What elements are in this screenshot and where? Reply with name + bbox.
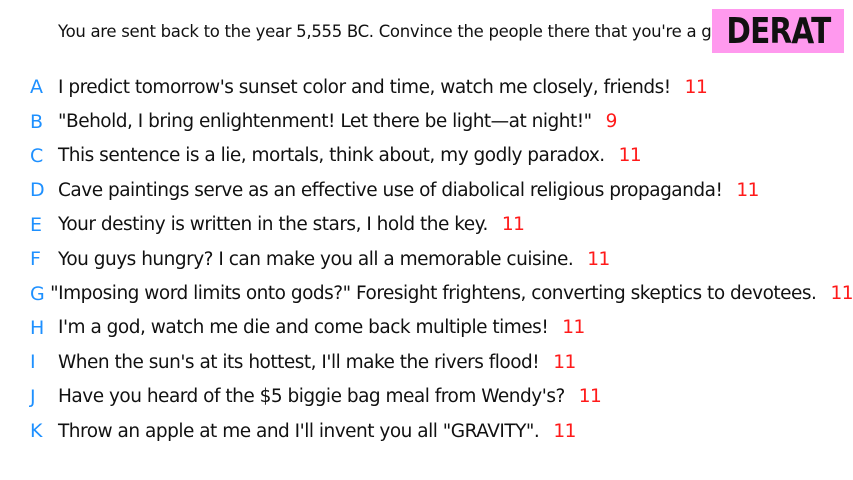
answer-score: 11	[578, 386, 602, 408]
answer-letter: F	[30, 248, 41, 271]
answer-row: G "Imposing word limits onto gods?" Fore…	[0, 276, 853, 310]
answer-list: A I predict tomorrow's sunset color and …	[0, 70, 853, 448]
answer-text: Have you heard of the $5 biggie bag meal…	[58, 386, 565, 408]
answer-score: 11	[618, 145, 642, 167]
answer-score: 11	[736, 179, 759, 201]
answer-text: Your destiny is written in the stars, I …	[58, 214, 488, 236]
answer-text: "Behold, I bring enlightenment! Let ther…	[58, 111, 592, 133]
answer-score: 9	[605, 111, 618, 133]
answer-score: 11	[830, 283, 853, 305]
answer-row: E Your destiny is written in the stars, …	[0, 208, 853, 242]
answer-row: F You guys hungry? I can make you all a …	[0, 242, 853, 276]
answer-score: 11	[684, 76, 708, 98]
answer-letter: H	[30, 316, 45, 339]
derat-badge-label: DERAT	[725, 10, 831, 52]
answer-row: C This sentence is a lie, mortals, think…	[0, 139, 853, 173]
answer-letter: A	[30, 76, 43, 99]
answer-row: A I predict tomorrow's sunset color and …	[0, 70, 853, 104]
answer-score: 11	[553, 420, 576, 442]
answer-text: Cave paintings serve as an effective use…	[58, 179, 723, 201]
answer-score: 11	[501, 214, 525, 236]
answer-row: H I'm a god, watch me die and come back …	[0, 311, 853, 345]
answer-score: 11	[553, 351, 576, 373]
answer-text: Throw an apple at me and I'll invent you…	[58, 420, 540, 442]
answer-row: D Cave paintings serve as an effective u…	[0, 173, 853, 207]
answer-letter: G	[30, 282, 45, 305]
answer-letter: K	[30, 420, 43, 443]
answer-row: J Have you heard of the $5 biggie bag me…	[0, 380, 853, 414]
prompt-text: You are sent back to the year 5,555 BC. …	[58, 22, 737, 41]
answer-letter: I	[30, 351, 36, 374]
answer-letter: D	[30, 179, 45, 202]
answer-text: "Imposing word limits onto gods?" Foresi…	[50, 283, 817, 305]
derat-badge: DERAT	[712, 9, 844, 53]
answer-text: You guys hungry? I can make you all a me…	[58, 248, 574, 270]
answer-text: This sentence is a lie, mortals, think a…	[58, 145, 605, 167]
answer-row: I When the sun's at its hottest, I'll ma…	[0, 345, 853, 379]
answer-score: 11	[562, 317, 585, 339]
answer-letter: J	[30, 385, 36, 408]
answer-letter: C	[30, 144, 44, 167]
answer-letter: E	[30, 213, 43, 236]
answer-score: 11	[587, 248, 610, 270]
answer-text: I predict tomorrow's sunset color and ti…	[58, 76, 671, 98]
answer-letter: B	[30, 110, 44, 133]
answer-text: When the sun's at its hottest, I'll make…	[58, 351, 540, 373]
answer-row: K Throw an apple at me and I'll invent y…	[0, 414, 853, 448]
answer-row: B "Behold, I bring enlightenment! Let th…	[0, 104, 853, 138]
answer-text: I'm a god, watch me die and come back mu…	[58, 317, 549, 339]
